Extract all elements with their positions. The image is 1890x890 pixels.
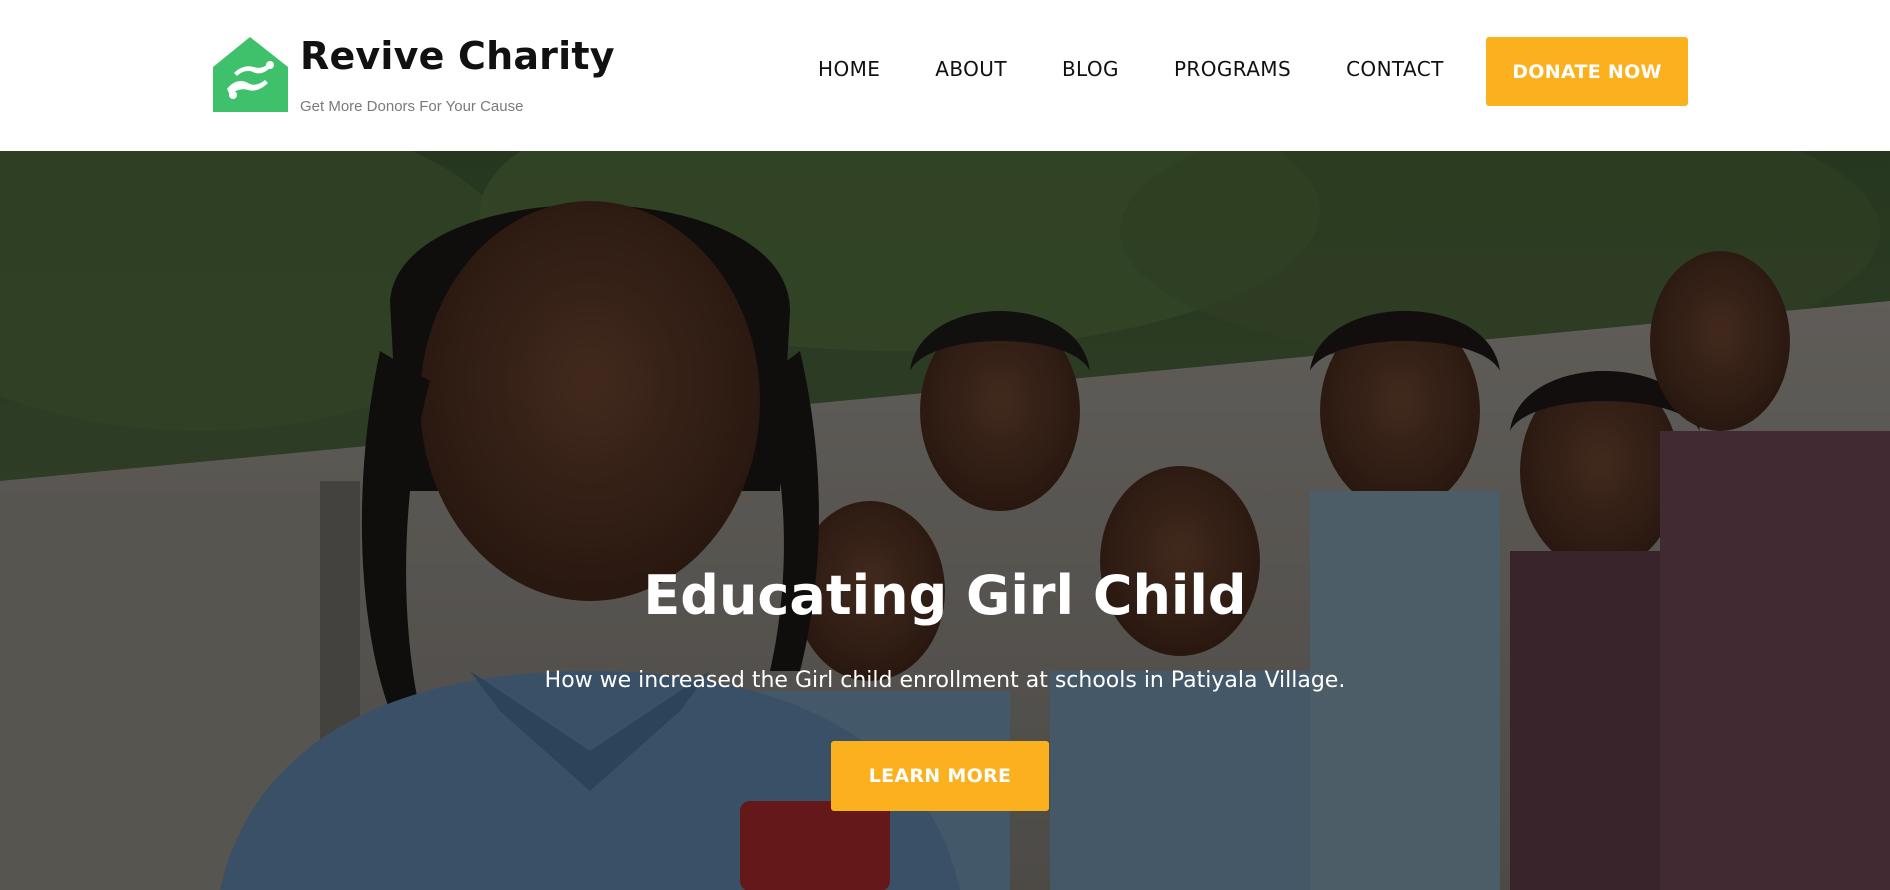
hero-section: Educating Girl Child How we increased th… [0, 151, 1890, 890]
helping-hands-house-icon[interactable] [213, 37, 288, 112]
brand-name[interactable]: Revive Charity [300, 33, 615, 79]
nav-item-home[interactable]: HOME [818, 54, 880, 84]
nav-item-contact[interactable]: CONTACT [1346, 54, 1444, 84]
site-header: Revive Charity Get More Donors For Your … [0, 0, 1890, 151]
main-nav: HOME ABOUT BLOG PROGRAMS CONTACT [818, 54, 1444, 84]
hero-title: Educating Girl Child [643, 564, 1247, 627]
hero-subtitle: How we increased the Girl child enrollme… [544, 668, 1346, 693]
nav-item-blog[interactable]: BLOG [1062, 54, 1119, 84]
nav-item-programs[interactable]: PROGRAMS [1174, 54, 1291, 84]
learn-more-button[interactable]: LEARN MORE [831, 741, 1049, 811]
donate-now-button[interactable]: DONATE NOW [1486, 37, 1688, 106]
nav-item-about[interactable]: ABOUT [935, 54, 1007, 84]
brand-tagline: Get More Donors For Your Cause [300, 98, 524, 115]
